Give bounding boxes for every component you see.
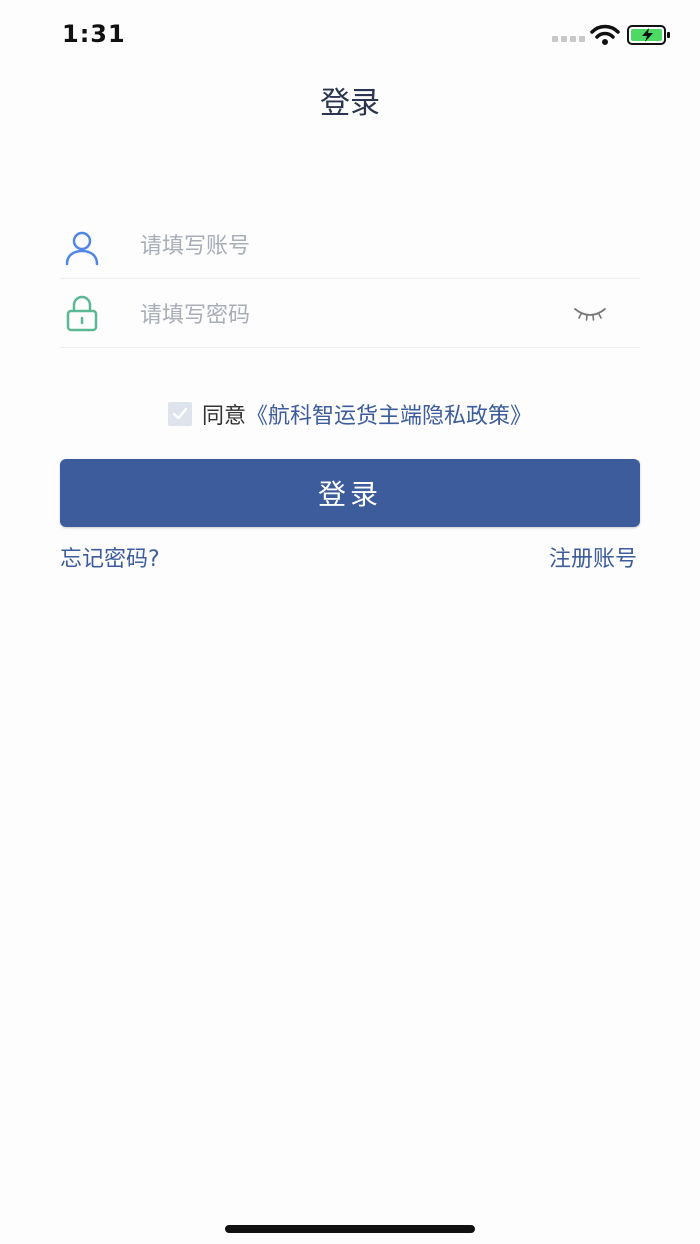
- password-field: [60, 283, 640, 348]
- status-time: 1:31: [62, 20, 126, 48]
- password-input[interactable]: [140, 295, 560, 335]
- home-indicator: [225, 1225, 475, 1233]
- lock-icon: [66, 295, 98, 332]
- page-title: 登录: [320, 86, 380, 121]
- agreement-row: 同意 《航科智运货主端隐私政策》: [0, 398, 700, 430]
- account-field: [60, 214, 640, 279]
- eye-closed-icon[interactable]: [572, 301, 608, 325]
- wifi-icon: [590, 24, 620, 45]
- check-icon: [172, 407, 188, 420]
- login-button[interactable]: 登录: [60, 459, 640, 527]
- agreement-label: 同意: [201, 404, 246, 429]
- account-input[interactable]: [140, 226, 560, 266]
- battery-icon: [627, 25, 670, 45]
- agreement-checkbox[interactable]: [167, 402, 192, 426]
- person-icon: [65, 231, 99, 266]
- privacy-policy-link[interactable]: 《航科智运货主端隐私政策》: [246, 398, 532, 430]
- status-bar: 1:31: [0, 0, 700, 70]
- cellular-signal-icon: [552, 36, 585, 42]
- forgot-password-link[interactable]: 忘记密码?: [60, 541, 160, 573]
- register-account-link[interactable]: 注册账号: [549, 541, 637, 573]
